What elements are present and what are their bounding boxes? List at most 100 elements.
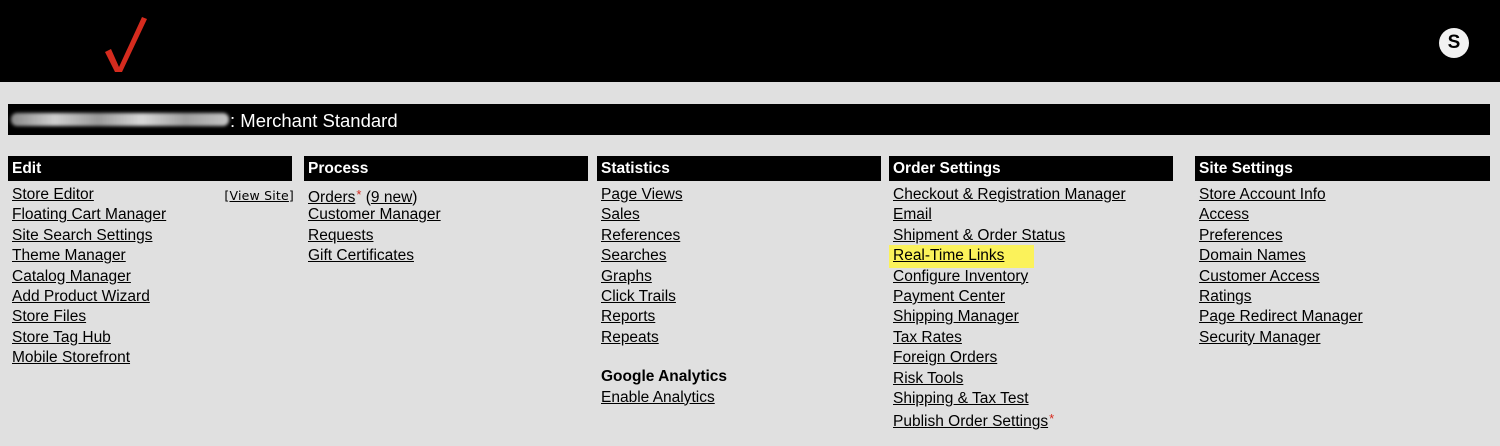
- checkout-registration-manager-link[interactable]: Checkout & Registration Manager: [893, 186, 1126, 203]
- list-item: Enable Analytics: [601, 388, 881, 408]
- list-item: Ratings: [1199, 287, 1490, 307]
- list-item: Sales: [601, 205, 881, 225]
- sales-link[interactable]: Sales: [601, 206, 640, 223]
- edit-list: Store Editor [View Site] Floating Cart M…: [8, 185, 294, 369]
- list-item: Theme Manager: [12, 246, 292, 266]
- gift-certificates-link[interactable]: Gift Certificates: [308, 247, 414, 264]
- new-orders-link[interactable]: 9 new: [371, 189, 412, 206]
- list-item: Searches: [601, 246, 881, 266]
- repeats-link[interactable]: Repeats: [601, 329, 659, 346]
- mobile-storefront-link[interactable]: Mobile Storefront: [12, 349, 130, 366]
- list-item: Gift Certificates: [308, 246, 588, 266]
- account-title: : Merchant Standard: [230, 110, 398, 131]
- edit-column: Edit Store Editor [View Site] Floating C…: [8, 156, 294, 369]
- list-item: Repeats: [601, 328, 881, 348]
- list-item: Reports: [601, 307, 881, 327]
- ratings-link[interactable]: Ratings: [1199, 288, 1252, 305]
- foreign-orders-link[interactable]: Foreign Orders: [893, 349, 997, 366]
- statistics-list: Page Views Sales References Searches Gra…: [597, 185, 881, 408]
- list-item: Security Manager: [1199, 328, 1490, 348]
- list-item: Preferences: [1199, 226, 1490, 246]
- store-tag-hub-link[interactable]: Store Tag Hub: [12, 329, 111, 346]
- list-item: References: [601, 226, 881, 246]
- list-item: Floating Cart Manager: [12, 205, 292, 225]
- customer-access-link[interactable]: Customer Access: [1199, 268, 1320, 285]
- references-link[interactable]: References: [601, 227, 680, 244]
- payment-center-link[interactable]: Payment Center: [893, 288, 1005, 305]
- list-item: Catalog Manager: [12, 267, 292, 287]
- shipment-order-status-link[interactable]: Shipment & Order Status: [893, 227, 1065, 244]
- list-item: Shipment & Order Status: [893, 226, 1173, 246]
- preferences-link[interactable]: Preferences: [1199, 227, 1283, 244]
- store-editor-link[interactable]: Store Editor: [12, 186, 94, 203]
- orders-link[interactable]: Orders: [308, 189, 355, 206]
- list-item: Customer Manager: [308, 205, 588, 225]
- domain-names-link[interactable]: Domain Names: [1199, 247, 1306, 264]
- required-mark: *: [1049, 411, 1055, 427]
- page-redirect-manager-link[interactable]: Page Redirect Manager: [1199, 308, 1363, 325]
- catalog-manager-link[interactable]: Catalog Manager: [12, 268, 131, 285]
- list-item: Email: [893, 205, 1173, 225]
- graphs-link[interactable]: Graphs: [601, 268, 652, 285]
- order-settings-header: Order Settings: [889, 156, 1173, 181]
- order-settings-column: Order Settings Checkout & Registration M…: [889, 156, 1173, 430]
- checkmark-logo-icon: [105, 17, 147, 72]
- list-item: Add Product Wizard: [12, 287, 292, 307]
- tax-rates-link[interactable]: Tax Rates: [893, 329, 962, 346]
- list-item: Access: [1199, 205, 1490, 225]
- site-settings-column: Site Settings Store Account Info Access …: [1195, 156, 1490, 348]
- page-views-link[interactable]: Page Views: [601, 186, 683, 203]
- publish-order-settings-link[interactable]: Publish Order Settings: [893, 413, 1048, 430]
- customer-manager-link[interactable]: Customer Manager: [308, 206, 441, 223]
- list-item: Foreign Orders: [893, 348, 1173, 368]
- list-item: Store Files: [12, 307, 292, 327]
- highlighted-item: Real-Time Links: [889, 245, 1035, 269]
- site-search-settings-link[interactable]: Site Search Settings: [12, 227, 152, 244]
- top-bar: S: [0, 0, 1500, 82]
- list-item: Risk Tools: [893, 369, 1173, 389]
- list-item: Store Tag Hub: [12, 328, 292, 348]
- view-site: [View Site]: [224, 188, 294, 203]
- user-avatar[interactable]: S: [1439, 28, 1469, 58]
- theme-manager-link[interactable]: Theme Manager: [12, 247, 126, 264]
- process-list: Orders* (9 new) Customer Manager Request…: [304, 185, 588, 267]
- google-analytics-heading: Google Analytics: [601, 368, 728, 386]
- blurred-account-name: [11, 113, 229, 126]
- access-link[interactable]: Access: [1199, 206, 1249, 223]
- list-item: Tax Rates: [893, 328, 1173, 348]
- list-item: Site Search Settings: [12, 226, 292, 246]
- list-item: Store Editor [View Site]: [12, 185, 294, 205]
- order-settings-list: Checkout & Registration Manager Email Sh…: [889, 185, 1173, 430]
- process-header: Process: [304, 156, 588, 181]
- view-site-link[interactable]: View Site: [229, 188, 288, 203]
- list-item: Click Trails: [601, 287, 881, 307]
- list-item: Page Redirect Manager: [1199, 307, 1490, 327]
- list-item: Checkout & Registration Manager: [893, 185, 1173, 205]
- configure-inventory-link[interactable]: Configure Inventory: [893, 268, 1028, 285]
- store-account-info-link[interactable]: Store Account Info: [1199, 186, 1326, 203]
- shipping-manager-link[interactable]: Shipping Manager: [893, 308, 1019, 325]
- risk-tools-link[interactable]: Risk Tools: [893, 370, 963, 387]
- floating-cart-manager-link[interactable]: Floating Cart Manager: [12, 206, 166, 223]
- security-manager-link[interactable]: Security Manager: [1199, 329, 1320, 346]
- store-files-link[interactable]: Store Files: [12, 308, 86, 325]
- reports-link[interactable]: Reports: [601, 308, 655, 325]
- shipping-tax-test-link[interactable]: Shipping & Tax Test: [893, 390, 1029, 407]
- site-settings-list: Store Account Info Access Preferences Do…: [1195, 185, 1490, 348]
- list-item: Graphs: [601, 267, 881, 287]
- enable-analytics-link[interactable]: Enable Analytics: [601, 389, 715, 406]
- requests-link[interactable]: Requests: [308, 227, 373, 244]
- list-item: Configure Inventory: [893, 267, 1173, 287]
- list-item: Payment Center: [893, 287, 1173, 307]
- email-link[interactable]: Email: [893, 206, 932, 223]
- list-item: Customer Access: [1199, 267, 1490, 287]
- statistics-column: Statistics Page Views Sales References S…: [597, 156, 881, 408]
- list-item: Shipping & Tax Test: [893, 389, 1173, 409]
- click-trails-link[interactable]: Click Trails: [601, 288, 676, 305]
- edit-header: Edit: [8, 156, 292, 181]
- site-settings-header: Site Settings: [1195, 156, 1490, 181]
- real-time-links-link[interactable]: Real-Time Links: [893, 247, 1004, 264]
- add-product-wizard-link[interactable]: Add Product Wizard: [12, 288, 150, 305]
- list-item: Page Views: [601, 185, 881, 205]
- searches-link[interactable]: Searches: [601, 247, 666, 264]
